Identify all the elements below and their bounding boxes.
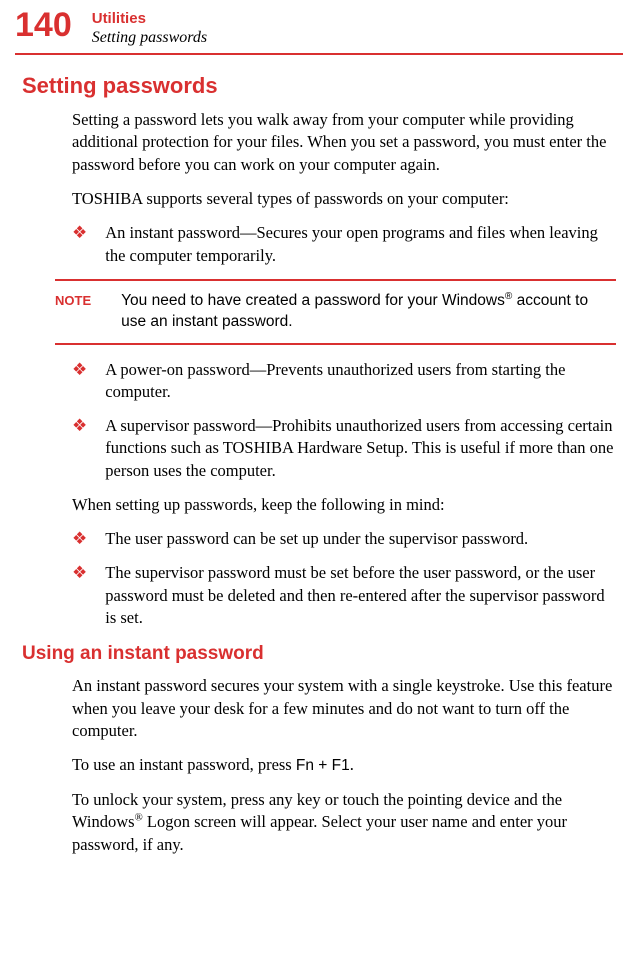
bullet-item: ❖ The user password can be set up under … (72, 528, 616, 550)
para-unlock: To unlock your system, press any key or … (72, 789, 616, 856)
header-text-block: Utilities Setting passwords (92, 8, 207, 47)
bullet-item: ❖ A power-on password—Prevents unauthori… (72, 359, 616, 404)
bullet-item: ❖ The supervisor password must be set be… (72, 562, 616, 629)
page-content: Setting passwords Setting a password let… (0, 55, 638, 267)
heading-using-instant-password: Using an instant password (22, 643, 616, 665)
para-keep-in-mind: When setting up passwords, keep the foll… (72, 494, 616, 516)
bullet-icon: ❖ (72, 359, 87, 404)
p5-post: . (350, 755, 354, 774)
note-block: NOTE You need to have created a password… (55, 279, 616, 345)
p5-pre: To use an instant password, press (72, 755, 296, 774)
bullet-instant-password: An instant password—Secures your open pr… (105, 222, 616, 267)
para-press-keys: To use an instant password, press Fn + F… (72, 754, 616, 777)
registered-icon: ® (135, 812, 143, 824)
header-section: Setting passwords (92, 28, 207, 47)
bullet-poweron-password: A power-on password—Prevents unauthorize… (105, 359, 616, 404)
bullet-item: ❖ A supervisor password—Prohibits unauth… (72, 415, 616, 482)
bullet-item: ❖ An instant password—Secures your open … (72, 222, 616, 267)
header-chapter: Utilities (92, 10, 207, 28)
key-combo: Fn + F1 (296, 757, 350, 774)
bullet-icon: ❖ (72, 562, 87, 629)
heading-setting-passwords: Setting passwords (22, 73, 616, 99)
p6-post: Logon screen will appear. Select your us… (72, 812, 567, 853)
bullet-supervisor-password: A supervisor password—Prohibits unauthor… (105, 415, 616, 482)
bullet-supervisor-first: The supervisor password must be set befo… (105, 562, 616, 629)
page-number: 140 (15, 8, 72, 42)
note-text: You need to have created a password for … (121, 291, 616, 333)
note-text-pre: You need to have created a password for … (121, 292, 505, 309)
note-label: NOTE (55, 291, 91, 333)
bullet-icon: ❖ (72, 222, 87, 267)
page-content-continued: ❖ A power-on password—Prevents unauthori… (0, 359, 638, 856)
bullet-icon: ❖ (72, 528, 87, 550)
page-header: 140 Utilities Setting passwords (15, 0, 623, 55)
para-toshiba-supports: TOSHIBA supports several types of passwo… (72, 188, 616, 210)
bullet-user-under-supervisor: The user password can be set up under th… (105, 528, 616, 550)
para-instant-intro: An instant password secures your system … (72, 675, 616, 742)
bullet-icon: ❖ (72, 415, 87, 482)
para-intro: Setting a password lets you walk away fr… (72, 109, 616, 176)
